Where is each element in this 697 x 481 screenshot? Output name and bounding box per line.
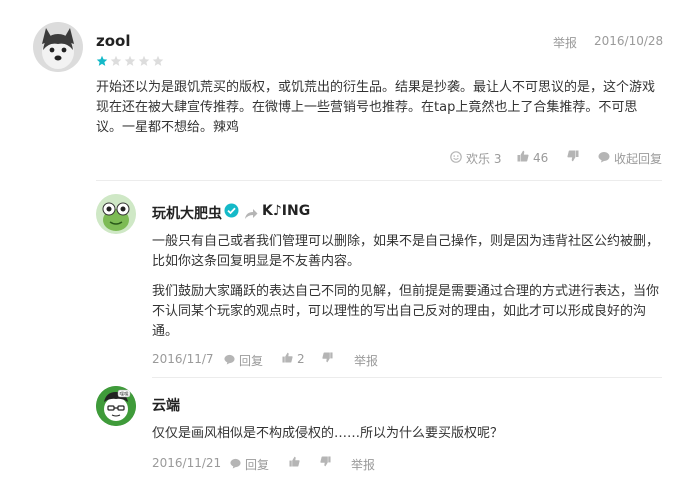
comment-icon	[224, 354, 235, 368]
star-icon	[138, 55, 150, 67]
reply-text: 仅仅是画风相似是不构成侵权的……所以为什么要买版权呢？	[152, 426, 504, 441]
like-button[interactable]: 2	[282, 352, 305, 366]
like-count: 2	[297, 352, 305, 366]
report-link[interactable]: 举报	[351, 456, 375, 473]
comment-icon	[230, 458, 241, 472]
thumbs-up-icon	[282, 352, 293, 366]
smiley-icon	[450, 151, 462, 166]
reply-label: 回复	[245, 458, 270, 472]
review-date: 2016/10/28	[594, 34, 664, 48]
comment-icon	[598, 151, 610, 166]
reply-author-name[interactable]: 云端	[152, 395, 180, 415]
review-text: 开始还以为是跟饥荒买的版权，或饥荒出的衍生品。结果是抄袭。最让人不可思议的是，这…	[96, 80, 656, 135]
avatar[interactable]: 嘿嘿	[96, 386, 136, 426]
divider	[152, 377, 662, 378]
thumbs-up-icon	[517, 150, 529, 165]
reply-button[interactable]: 回复	[230, 456, 269, 473]
reply-text: 我们鼓励大家踊跃的表达自己不同的见解，但前提是需要通过合理的方式进行表达，当你不…	[152, 284, 660, 339]
avatar-badge-text: 嘿嘿	[120, 392, 129, 398]
thumbs-up-icon	[289, 456, 300, 470]
like-button[interactable]	[289, 456, 300, 470]
avatar[interactable]	[96, 194, 136, 234]
funny-button[interactable]: 欢乐 3	[450, 150, 501, 167]
reply-label: 回复	[239, 354, 264, 368]
star-icon	[124, 55, 136, 67]
reply-arrow-icon	[244, 205, 258, 224]
reply-text: 一般只有自己或者我们管理可以删除，如果不是自己操作，则是因为违背社区公约被删，比…	[152, 234, 660, 269]
thumbs-down-icon	[322, 352, 333, 366]
thumbs-down-icon	[567, 150, 579, 165]
rating-stars	[96, 55, 166, 67]
reply-to-name[interactable]: K♪ING	[262, 203, 310, 219]
reply-date: 2016/11/7	[152, 352, 214, 366]
report-link[interactable]: 举报	[354, 352, 378, 369]
like-button[interactable]: 46	[517, 150, 548, 165]
star-icon	[96, 55, 108, 67]
like-count: 46	[533, 150, 549, 165]
verified-badge-icon	[224, 203, 239, 222]
dislike-button[interactable]	[320, 456, 331, 470]
dislike-button[interactable]	[322, 352, 333, 366]
star-icon	[152, 55, 164, 67]
thumbs-down-icon	[320, 456, 331, 470]
reviewer-name[interactable]: zool	[96, 32, 130, 50]
collapse-label: 收起回复	[614, 152, 663, 166]
reply-author-name[interactable]: 玩机大肥虫	[152, 203, 222, 223]
report-link[interactable]: 举报	[553, 34, 577, 51]
reply-button[interactable]: 回复	[224, 352, 263, 369]
collapse-replies-button[interactable]: 收起回复	[598, 150, 662, 167]
avatar[interactable]	[33, 22, 83, 72]
dislike-button[interactable]	[567, 150, 579, 165]
divider	[96, 180, 662, 181]
funny-label: 欢乐 3	[466, 152, 502, 166]
star-icon	[110, 55, 122, 67]
reply-date: 2016/11/21	[152, 456, 222, 470]
